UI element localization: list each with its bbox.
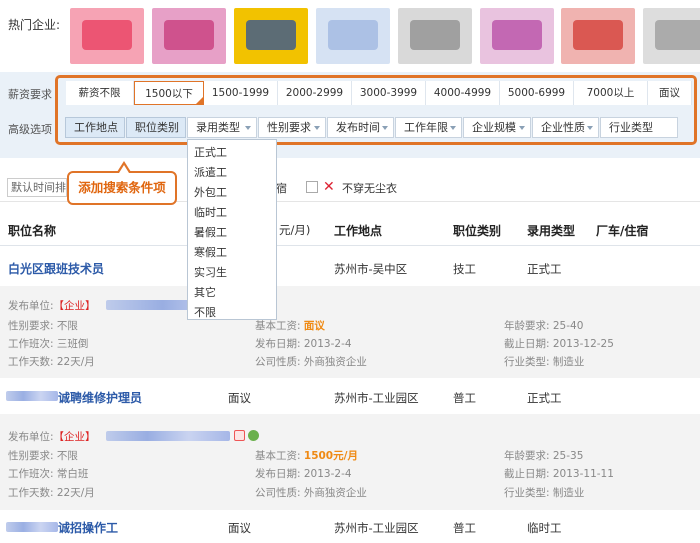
- company-name-redacted[interactable]: [106, 431, 230, 441]
- hire-type-dropdown: 正式工派遣工外包工临时工暑假工寒假工实习生其它不限: [187, 139, 277, 320]
- job-category: 普工: [453, 391, 476, 405]
- header-hire-type: 录用类型: [527, 224, 576, 238]
- certified-badge-icon: [248, 430, 259, 441]
- header-location: 工作地点: [334, 224, 383, 238]
- hot-companies-label: 热门企业:: [8, 18, 61, 32]
- detail-industry: 行业类型: 制造业: [504, 356, 585, 368]
- job-salary: 面议: [228, 391, 251, 405]
- company-logo-5[interactable]: [398, 8, 472, 64]
- job-location: 苏州市-工业园区: [334, 391, 419, 405]
- cleanroom-cross-icon: ✕: [323, 179, 335, 195]
- header-shuttle-dorm: 厂车/住宿: [596, 224, 649, 238]
- company-logo-3[interactable]: [234, 8, 308, 64]
- add-search-condition-callout: 添加搜索条件项: [67, 171, 177, 205]
- detail-base-salary: 基本工资: 1500元/月: [255, 450, 358, 462]
- dropdown-option[interactable]: 临时工: [194, 204, 227, 220]
- salary-label: 薪资要求: [8, 88, 52, 101]
- job-category: 技工: [453, 262, 476, 276]
- company-logo-4[interactable]: [316, 8, 390, 64]
- company-logo-8[interactable]: [643, 8, 700, 64]
- job-title-link[interactable]: 诚聘维修护理员: [58, 389, 142, 406]
- dropdown-option[interactable]: 正式工: [194, 144, 227, 160]
- detail-publisher: 发布单位:【企业】: [8, 300, 96, 312]
- job-title-link[interactable]: 诚招操作工: [58, 519, 118, 536]
- job-title-link[interactable]: 白光区跟班技术员: [8, 260, 104, 277]
- detail-shift: 工作班次: 三班倒: [8, 338, 89, 350]
- detail-age: 年龄要求: 25-40: [504, 320, 584, 332]
- header-job-title: 职位名称: [8, 224, 57, 238]
- verified-badge-icon: [234, 430, 245, 441]
- job-salary: 面议: [228, 521, 251, 535]
- detail-industry: 行业类型: 制造业: [504, 487, 585, 499]
- job-hire-type: 正式工: [527, 262, 562, 276]
- dropdown-option[interactable]: 寒假工: [194, 244, 227, 260]
- detail-deadline: 截止日期: 2013-12-25: [504, 338, 614, 350]
- dropdown-option[interactable]: 外包工: [194, 184, 227, 200]
- dropdown-option[interactable]: 暑假工: [194, 224, 227, 240]
- no-cleanroom-checkbox[interactable]: [306, 181, 318, 193]
- job-category: 普工: [453, 521, 476, 535]
- job-hire-type: 正式工: [527, 391, 562, 405]
- company-logo-7[interactable]: [561, 8, 635, 64]
- dropdown-option[interactable]: 其它: [194, 284, 216, 300]
- detail-shift: 工作班次: 常白班: [8, 468, 89, 480]
- detail-days: 工作天数: 22天/月: [8, 356, 95, 368]
- filter-highlight-frame: [55, 75, 697, 145]
- job-title-redacted: [6, 391, 58, 401]
- no-cleanroom-label: 不穿无尘衣: [342, 182, 397, 195]
- dropdown-option[interactable]: 不限: [194, 304, 216, 320]
- detail-date: 发布日期: 2013-2-4: [255, 468, 352, 480]
- detail-base-salary: 基本工资: 面议: [255, 320, 325, 332]
- detail-publisher: 发布单位:【企业】: [8, 431, 96, 443]
- detail-age: 年龄要求: 25-35: [504, 450, 584, 462]
- job-location: 苏州市-吴中区: [334, 262, 408, 276]
- dropdown-option[interactable]: 派遣工: [194, 164, 227, 180]
- company-logo-2[interactable]: [152, 8, 226, 64]
- detail-gender: 性别要求: 不限: [8, 320, 78, 332]
- advanced-options-label: 高级选项: [8, 123, 52, 136]
- header-salary: 元/月): [279, 223, 311, 237]
- sort-select[interactable]: 默认时间排序: [7, 178, 67, 197]
- company-logo-1[interactable]: [70, 8, 144, 64]
- company-logo-6[interactable]: [480, 8, 554, 64]
- dropdown-option[interactable]: 实习生: [194, 264, 227, 280]
- detail-date: 发布日期: 2013-2-4: [255, 338, 352, 350]
- detail-company-nature: 公司性质: 外商独资企业: [255, 487, 367, 499]
- job-location: 苏州市-工业园区: [334, 521, 419, 535]
- job-title-redacted: [6, 522, 58, 532]
- detail-deadline: 截止日期: 2013-11-11: [504, 468, 614, 480]
- detail-gender: 性别要求: 不限: [8, 450, 78, 462]
- detail-days: 工作天数: 22天/月: [8, 487, 95, 499]
- job-hire-type: 临时工: [527, 521, 562, 535]
- detail-company-nature: 公司性质: 外商独资企业: [255, 356, 367, 368]
- dormitory-option-label: 宿: [276, 182, 287, 195]
- header-category: 职位类别: [453, 224, 502, 238]
